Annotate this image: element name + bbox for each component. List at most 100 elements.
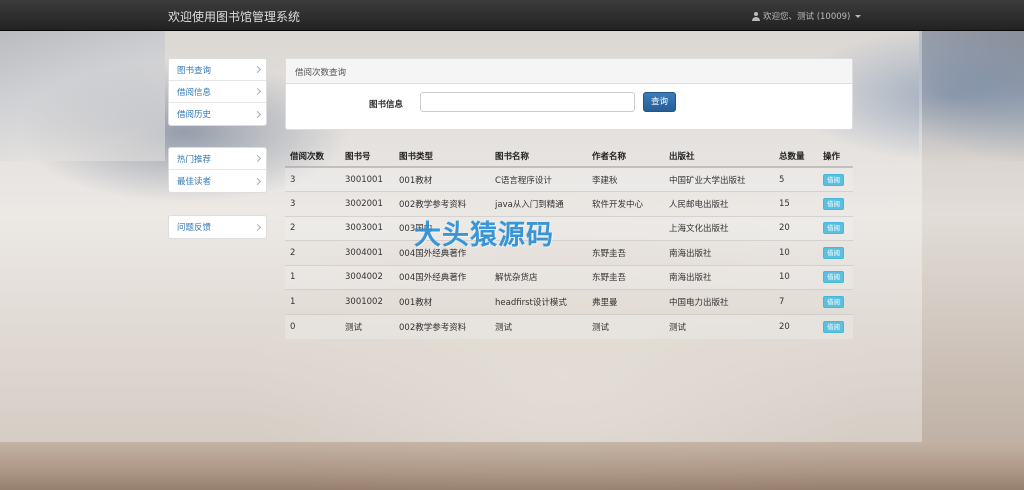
chevron-right-icon <box>253 110 262 118</box>
table-row: 3 3002001 002教学参考资料 java从入门到精通 软件开发中心 人民邮电出版社… <box>285 191 853 216</box>
table-row: 2 3004001 004国外经典著作 东野圭吾 南海出版社 10 借阅 <box>285 240 853 265</box>
user-label: 欢迎您、测试 (10009) <box>763 12 851 22</box>
column-header: 图书名称 <box>490 145 587 168</box>
table-cell-author: 弗里曼 <box>587 289 664 314</box>
table-row: 1 3001002 001教材 headfirst设计模式 弗里曼 中国电力出版社 7 借阅 <box>285 289 853 314</box>
column-header: 作者名称 <box>587 145 664 168</box>
sidebar-item-borrow-history[interactable]: 借阅历史 <box>169 103 266 125</box>
table-row: 2 3003001 003国内 上海文化出版社 20 借阅 <box>285 215 853 241</box>
table-cell-publisher: 上海文化出版社 <box>664 215 774 241</box>
chevron-right-icon <box>253 154 262 163</box>
table-cell-author: 测试 <box>587 313 664 339</box>
table-row: 0 测试 002教学参考资料 测试 测试 测试 20 借阅 <box>285 313 853 339</box>
table-cell-total: 7 <box>774 289 818 314</box>
column-header: 借阅次数 <box>285 145 340 168</box>
sidebar-group-books: 图书查询 借阅信息 借阅历史 <box>168 58 267 126</box>
borrow-button[interactable]: 借阅 <box>823 222 844 235</box>
sidebar-item-label: 图书查询 <box>177 65 212 76</box>
table-cell-author <box>587 215 664 241</box>
sidebar-item-hot-recommend[interactable]: 热门推荐 <box>169 148 266 170</box>
borrow-button[interactable]: 借阅 <box>823 197 844 210</box>
search-input[interactable] <box>420 92 635 112</box>
table-cell-total: 20 <box>774 313 818 339</box>
table-cell-type: 001教材 <box>394 289 490 314</box>
sidebar-group-feedback: 问题反馈 <box>168 215 267 239</box>
table-cell-type: 004国外经典著作 <box>394 264 490 290</box>
table-cell-count: 0 <box>285 313 340 339</box>
table-cell-count: 3 <box>285 166 340 192</box>
table-cell-book-no: 3001001 <box>340 166 394 192</box>
table-cell-publisher: 南海出版社 <box>664 264 774 290</box>
borrow-button[interactable]: 借阅 <box>823 246 844 259</box>
watermark-text: 大头猿源码 <box>414 220 554 251</box>
borrow-button[interactable]: 借阅 <box>823 173 844 186</box>
user-icon <box>752 11 760 21</box>
table-cell-count: 3 <box>285 191 340 216</box>
table-cell-action: 借阅 <box>818 264 853 290</box>
table-row: 1 3004002 004国外经典著作 解忧杂货店 东野圭吾 南海出版社 10 借阅 <box>285 264 853 290</box>
borrow-button[interactable]: 借阅 <box>823 295 844 308</box>
borrow-count-table: 借阅次数 图书号 图书类型 图书名称 作者名称 出版社 总数量 操作 3 3001… <box>285 145 853 339</box>
table-cell-author: 东野圭吾 <box>587 264 664 290</box>
background-books-right <box>919 31 1024 161</box>
table-cell-action: 借阅 <box>818 313 853 339</box>
search-button[interactable]: 查询 <box>643 92 676 112</box>
sidebar-item-borrow-info[interactable]: 借阅信息 <box>169 81 266 103</box>
table-cell-count: 2 <box>285 215 340 241</box>
user-dropdown[interactable]: 欢迎您、测试 (10009) <box>752 10 862 22</box>
background-bottom-strip <box>0 442 1024 490</box>
caret-down-icon <box>855 14 862 18</box>
sidebar-item-best-readers[interactable]: 最佳读者 <box>169 170 266 192</box>
borrow-button[interactable]: 借阅 <box>823 320 844 333</box>
search-label: 图书信息 <box>369 100 404 110</box>
table-cell-total: 5 <box>774 166 818 192</box>
table-cell-author: 东野圭吾 <box>587 240 664 265</box>
sidebar-item-label: 最佳读者 <box>177 177 212 187</box>
app-title[interactable]: 欢迎使用图书馆管理系统 <box>168 8 300 25</box>
sidebar-item-feedback[interactable]: 问题反馈 <box>169 216 266 238</box>
sidebar-item-label: 借阅信息 <box>177 87 212 98</box>
chevron-right-icon <box>253 177 262 185</box>
table-cell-count: 2 <box>285 240 340 265</box>
sidebar-group-rankings: 热门推荐 最佳读者 <box>168 147 267 193</box>
table-cell-count: 1 <box>285 289 340 314</box>
table-cell-type: 002教学参考资料 <box>394 313 490 339</box>
table-cell-publisher: 中国矿业大学出版社 <box>664 166 774 192</box>
table-cell-publisher: 南海出版社 <box>664 240 774 265</box>
table-cell-total: 10 <box>774 264 818 290</box>
search-row: 图书信息 查询 <box>286 92 852 114</box>
table-cell-type: 001教材 <box>394 166 490 192</box>
table-cell-total: 20 <box>774 215 818 241</box>
table-cell-publisher: 测试 <box>664 313 774 339</box>
table-body: 3 3001001 001教材 C语言程序设计 李建秋 中国矿业大学出版社 5 借阅 3 3002… <box>285 166 853 339</box>
table-cell-action: 借阅 <box>818 166 853 192</box>
table-cell-total: 10 <box>774 240 818 265</box>
table-row: 3 3001001 001教材 C语言程序设计 李建秋 中国矿业大学出版社 5 借阅 <box>285 166 853 192</box>
table-cell-author: 李建秋 <box>587 166 664 192</box>
table-cell-publisher: 中国电力出版社 <box>664 289 774 314</box>
borrow-button[interactable]: 借阅 <box>823 271 844 284</box>
table-cell-action: 借阅 <box>818 215 853 241</box>
table-cell-book-no: 3002001 <box>340 191 394 216</box>
sidebar-item-book-search[interactable]: 图书查询 <box>169 59 266 81</box>
table-cell-book-no: 3004001 <box>340 240 394 265</box>
table-cell-action: 借阅 <box>818 240 853 265</box>
chevron-right-icon <box>253 223 262 231</box>
table-cell-book-no: 3003001 <box>340 215 394 241</box>
sidebar-item-label: 热门推荐 <box>177 154 212 165</box>
table-cell-action: 借阅 <box>818 191 853 216</box>
table-cell-count: 1 <box>285 264 340 290</box>
table-cell-name: headfirst设计模式 <box>490 289 587 314</box>
column-header: 总数量 <box>774 145 818 168</box>
top-navbar: 欢迎使用图书馆管理系统 欢迎您、测试 (10009) <box>0 0 1024 31</box>
sidebar-item-label: 问题反馈 <box>177 223 212 233</box>
column-header: 图书号 <box>340 145 394 168</box>
column-header: 操作 <box>818 145 853 168</box>
table-cell-publisher: 人民邮电出版社 <box>664 191 774 216</box>
table-header-row: 借阅次数 图书号 图书类型 图书名称 作者名称 出版社 总数量 操作 <box>285 145 853 168</box>
chevron-right-icon <box>253 65 262 74</box>
table-cell-action: 借阅 <box>818 289 853 314</box>
panel-heading: 借阅次数查询 <box>286 59 852 84</box>
column-header: 出版社 <box>664 145 774 168</box>
table-cell-book-no: 测试 <box>340 313 394 339</box>
